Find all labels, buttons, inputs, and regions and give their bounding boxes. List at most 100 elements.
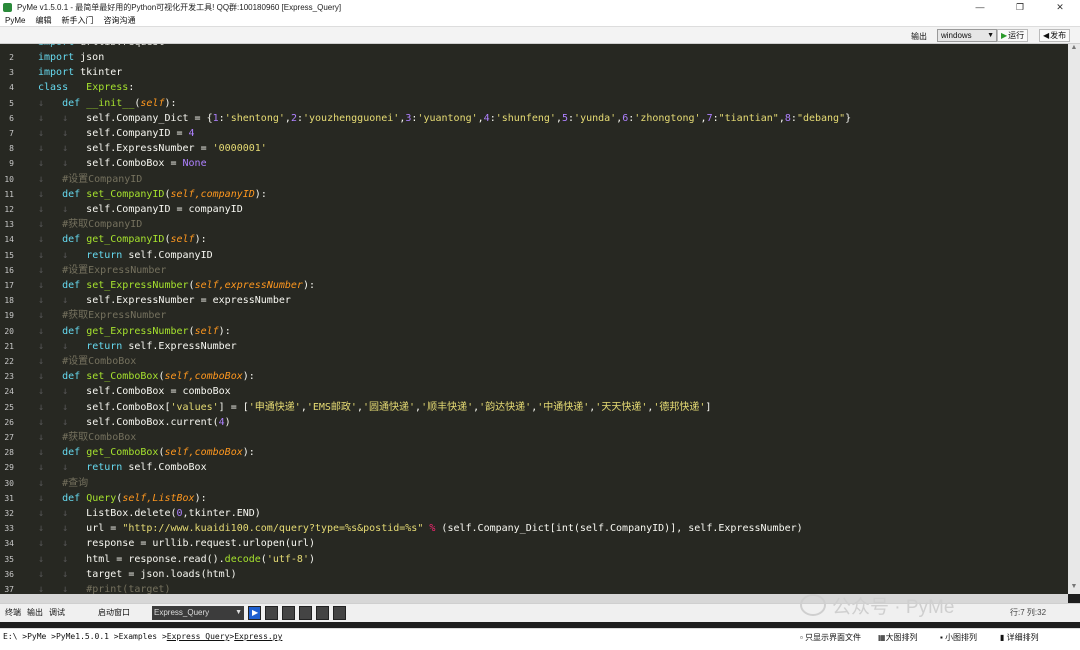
code-line[interactable]: ↓ ↓ url = "http://www.kuaidi100.com/quer… xyxy=(32,521,1068,536)
code-line[interactable]: ↓ #设置CompanyID xyxy=(32,172,1068,187)
code-line[interactable]: ↓ #查询 xyxy=(32,476,1068,491)
line-number: 13 xyxy=(4,220,14,230)
code-line[interactable]: import json xyxy=(32,50,1068,65)
code-area[interactable]: import json import tkinter class Express: ↓… xyxy=(32,44,1068,594)
window-title: PyMe v1.5.0.1 - 最简单最好用的Python可视化开发工具! QQ… xyxy=(17,2,342,12)
close-icon: ✕ xyxy=(1056,1,1064,12)
line-number: 3 xyxy=(9,68,14,78)
tab-debug[interactable]: 调试 xyxy=(49,607,65,618)
code-line[interactable]: ↓ ↓ html = response.read().decode('utf-8… xyxy=(32,552,1068,567)
small-icons-option[interactable]: ▪ 小图排列 xyxy=(940,632,977,643)
minimize-button[interactable]: — xyxy=(960,0,1000,14)
status-bar: E:\ >PyMe >PyMe1.5.0.1 >Examples > Expre… xyxy=(0,628,1080,650)
path-link-project[interactable]: Express_Query xyxy=(167,632,230,641)
tab-output[interactable]: 输出 xyxy=(27,607,43,618)
line-number: 10 xyxy=(4,174,14,184)
line-number: 33 xyxy=(4,524,14,534)
code-line[interactable]: ↓ #设置ComboBox xyxy=(32,354,1068,369)
minimize-icon: — xyxy=(975,2,985,12)
code-line[interactable]: ↓ ↓ self.ComboBox = None xyxy=(32,156,1068,171)
large-icons-option[interactable]: ▦大图排列 xyxy=(878,632,918,643)
code-line[interactable]: ↓ ↓ self.CompanyID = companyID xyxy=(32,202,1068,217)
code-line[interactable]: ↓ def __init__(self): xyxy=(32,96,1068,111)
run-button[interactable]: ▶ 运行 xyxy=(997,29,1029,42)
menu-item-consult[interactable]: 咨询沟通 xyxy=(98,15,140,26)
line-number: 14 xyxy=(4,235,14,245)
line-number: 21 xyxy=(4,341,14,351)
watermark-text: 公众号 · PyMe xyxy=(832,596,955,618)
detail-icon: ▮ xyxy=(1000,633,1007,642)
line-number: 17 xyxy=(4,281,14,290)
code-line[interactable]: ↓ def get_CompanyID(self): xyxy=(32,232,1068,247)
code-line-partial: import urllib.request xyxy=(38,44,1068,50)
run-label: 运行 xyxy=(1008,31,1025,40)
code-line[interactable]: ↓ ↓ self.ExpressNumber = expressNumber xyxy=(32,293,1068,308)
menu-item-pyme[interactable]: PyMe xyxy=(0,16,30,25)
vertical-scrollbar[interactable]: ▲ ▼ xyxy=(1068,44,1080,594)
scroll-up-icon[interactable]: ▲ xyxy=(1068,44,1080,55)
line-number: 24 xyxy=(4,387,14,397)
code-line[interactable]: ↓ ↓ self.ComboBox['values'] = ['申通快递','E… xyxy=(32,400,1068,415)
close-button[interactable]: ✕ xyxy=(1040,0,1080,14)
code-line[interactable]: ↓ ↓ return self.CompanyID xyxy=(32,248,1068,263)
path-link-file[interactable]: Express.py xyxy=(234,632,282,641)
code-line[interactable]: ↓ ↓ self.ExpressNumber = '0000001' xyxy=(32,141,1068,156)
code-line[interactable]: ↓ #设置ExpressNumber xyxy=(32,263,1068,278)
code-line[interactable]: ↓ ↓ self.ComboBox = comboBox xyxy=(32,384,1068,399)
line-number: 7 xyxy=(9,129,14,138)
code-line[interactable]: ↓ ↓ return self.ExpressNumber xyxy=(32,339,1068,354)
platform-value: windows xyxy=(941,31,972,40)
code-line[interactable]: ↓ def Query(self,ListBox): xyxy=(32,491,1068,506)
code-editor[interactable]: 2 3 4 5 6 7 8 9 10 11 12 13 14 15 16 17 18 19 20 21 22 23 24 25… xyxy=(0,44,1068,594)
code-line[interactable]: ↓ ↓ self.Company_Dict = {1:'shentong',2:… xyxy=(32,111,1068,126)
code-line[interactable]: ↓ def get_ComboBox(self,comboBox): xyxy=(32,445,1068,460)
line-number: 9 xyxy=(9,159,14,169)
line-number: 12 xyxy=(4,205,14,214)
code-line[interactable]: ↓ ↓ self.ComboBox.current(4) xyxy=(32,415,1068,430)
line-number: 23 xyxy=(4,372,14,382)
pyme-app-icon xyxy=(3,2,12,12)
detail-list-option[interactable]: ▮ 详细排列 xyxy=(1000,632,1039,643)
output-label[interactable]: 输出 xyxy=(911,31,927,42)
filter-ui-files-option[interactable]: ▫ 只显示界面文件 xyxy=(800,632,861,643)
run-window-select[interactable]: Express_Query ▼ xyxy=(152,606,244,620)
line-number: 26 xyxy=(4,417,14,427)
code-line[interactable]: ↓ ↓ self.CompanyID = 4 xyxy=(32,126,1068,141)
play-icon: ▶ xyxy=(1001,31,1008,40)
line-number: 5 xyxy=(9,98,14,108)
code-line[interactable]: ↓ def set_CompanyID(self,companyID): xyxy=(32,187,1068,202)
play-icon: ▶ xyxy=(252,608,259,617)
menu-item-getting-started[interactable]: 新手入门 xyxy=(56,15,98,26)
code-line[interactable]: class Express: xyxy=(32,80,1068,95)
maximize-button[interactable]: ❐ xyxy=(1000,0,1040,14)
code-line[interactable]: ↓ #获取CompanyID xyxy=(32,217,1068,232)
code-line[interactable]: ↓ ↓ ListBox.delete(0,tkinter.END) xyxy=(32,506,1068,521)
step-button[interactable] xyxy=(265,606,278,620)
line-number: 11 xyxy=(4,189,14,199)
code-line[interactable]: import tkinter xyxy=(32,65,1068,80)
code-line[interactable]: ↓ #获取ExpressNumber xyxy=(32,308,1068,323)
menu-item-edit[interactable]: 编辑 xyxy=(30,15,56,26)
publish-button[interactable]: ◀ 发布 xyxy=(1039,29,1071,42)
code-line[interactable]: ↓ ↓ return self.ComboBox xyxy=(32,460,1068,475)
line-number: 16 xyxy=(4,265,14,275)
code-line[interactable]: ↓ #获取ComboBox xyxy=(32,430,1068,445)
step-out-button[interactable] xyxy=(316,606,329,620)
code-line[interactable]: ↓ def get_ExpressNumber(self): xyxy=(32,324,1068,339)
line-number: 20 xyxy=(4,326,14,336)
watermark: 公众号 · PyMe xyxy=(800,585,1080,625)
debug-run-button[interactable]: ▶ xyxy=(248,606,261,620)
line-number: 37 xyxy=(4,585,14,594)
stop-button[interactable] xyxy=(333,606,346,620)
toolbar: 输出 windows ▼ ▶ 运行 ◀ 发布 xyxy=(0,27,1080,44)
file-path-breadcrumb: E:\ >PyMe >PyMe1.5.0.1 >Examples > Expre… xyxy=(3,632,282,641)
code-line[interactable]: ↓ def set_ExpressNumber(self,expressNumb… xyxy=(32,278,1068,293)
step-over-button[interactable] xyxy=(282,606,295,620)
platform-select[interactable]: windows ▼ xyxy=(937,29,997,42)
tab-terminal[interactable]: 终端 xyxy=(5,607,21,618)
code-line[interactable]: ↓ ↓ response = urllib.request.urlopen(ur… xyxy=(32,536,1068,551)
code-line[interactable]: ↓ ↓ target = json.loads(html) xyxy=(32,567,1068,582)
step-into-button[interactable] xyxy=(299,606,312,620)
code-line[interactable]: ↓ def set_ComboBox(self,comboBox): xyxy=(32,369,1068,384)
dropdown-arrow-icon: ▼ xyxy=(987,32,994,39)
